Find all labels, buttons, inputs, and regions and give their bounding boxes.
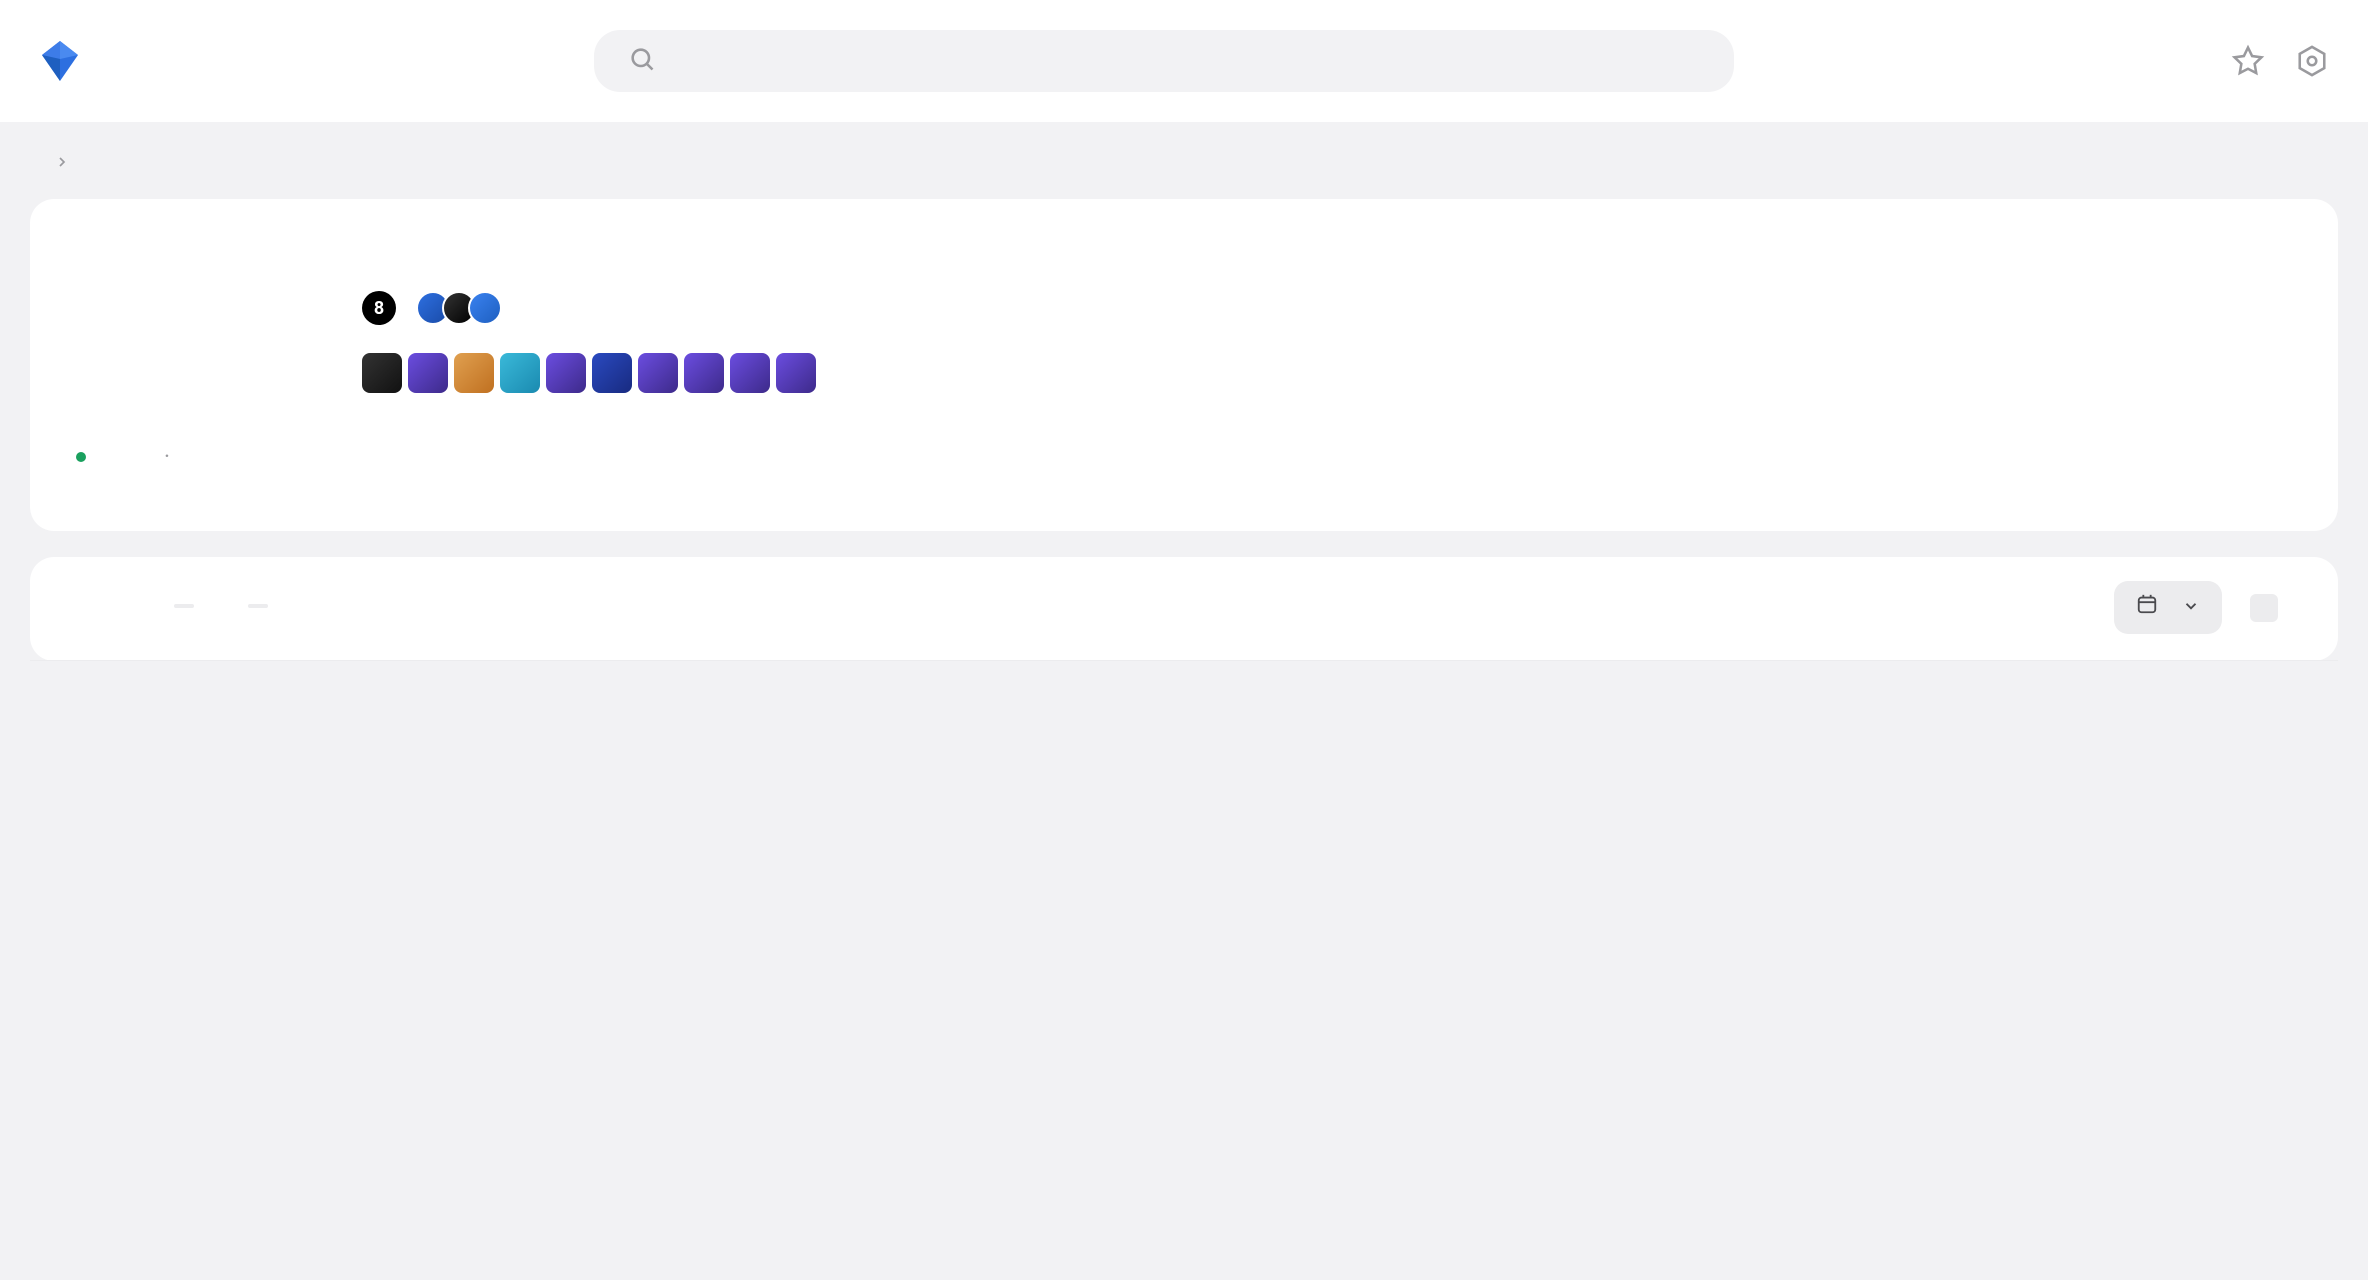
tab-tokens[interactable] — [164, 604, 194, 612]
search-wrap — [124, 30, 2204, 92]
diamond-icon — [36, 37, 84, 85]
breadcrumb — [0, 122, 2368, 199]
chevron-right-icon — [54, 148, 70, 177]
collectible-thumbs — [362, 353, 816, 393]
status-badge — [76, 452, 94, 462]
link-sep: · — [164, 443, 170, 470]
logo[interactable] — [36, 37, 100, 85]
star-icon[interactable] — [2228, 41, 2268, 81]
settings-icon[interactable] — [2292, 41, 2332, 81]
chevron-down-icon — [2182, 593, 2200, 622]
token-bubbles — [424, 291, 502, 325]
initiator-filter[interactable] — [2250, 594, 2292, 622]
calendar-icon — [2136, 593, 2158, 622]
qr-code — [2032, 235, 2292, 495]
tokens-count — [174, 604, 194, 608]
app-header — [0, 0, 2368, 122]
status-dot-icon — [76, 452, 86, 462]
search-input[interactable] — [678, 45, 1700, 77]
token-icon: 8 — [362, 291, 396, 325]
date-filter-button[interactable] — [2114, 581, 2222, 634]
search-box[interactable] — [594, 30, 1734, 92]
checkbox[interactable] — [2250, 594, 2278, 622]
history-card — [30, 557, 2338, 661]
overview-card: 8 — [30, 199, 2338, 531]
tab-collectibles[interactable] — [238, 604, 268, 612]
collectibles-count — [248, 604, 268, 608]
search-icon — [628, 45, 656, 77]
header-actions — [2228, 41, 2332, 81]
